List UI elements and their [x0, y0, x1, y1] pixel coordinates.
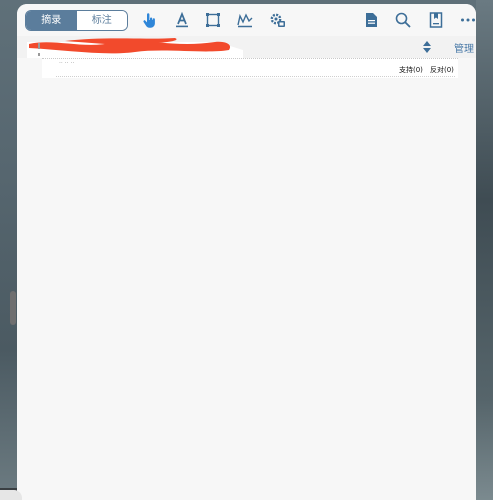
text-underline-icon[interactable]: [172, 10, 192, 30]
segment-excerpt[interactable]: 摘录: [26, 11, 77, 30]
page-dots: ·· ·· ··: [59, 60, 75, 67]
segment-annotate[interactable]: 标注: [76, 11, 127, 30]
document-page-strip: ·· ·· ·· 支持(0) 反对(0): [42, 58, 458, 78]
top-toolbar: 摘录 标注: [17, 4, 476, 36]
desktop-background-strip: [476, 0, 493, 500]
document-tab-redacted[interactable]: [25, 36, 243, 58]
mode-segmented-control: 摘录 标注: [25, 10, 128, 31]
manage-button[interactable]: 管理: [454, 40, 474, 55]
document-tab-bar: 管理: [17, 36, 476, 58]
more-icon[interactable]: [458, 10, 476, 30]
gear-stamp-icon[interactable]: [267, 10, 287, 30]
oppose-button[interactable]: 反对(0): [430, 65, 454, 75]
split-view-handle[interactable]: [10, 291, 16, 325]
signature-icon[interactable]: [235, 10, 255, 30]
document-icon[interactable]: [361, 10, 381, 30]
sort-icon[interactable]: [421, 40, 433, 54]
search-icon[interactable]: [393, 10, 413, 30]
hand-pointer-icon[interactable]: [139, 10, 159, 30]
app-window: 摘录 标注 管理 ·· ·· ·· 支持(0) 反对(0): [17, 4, 476, 500]
document-content-area[interactable]: [17, 78, 476, 500]
dock-edge: [0, 490, 22, 500]
margin-marker: [38, 53, 40, 56]
dotted-divider: [56, 76, 455, 77]
margin-marker: [38, 43, 40, 49]
rectangle-select-icon[interactable]: [203, 10, 223, 30]
support-button[interactable]: 支持(0): [399, 65, 423, 75]
bookmark-icon[interactable]: [426, 10, 446, 30]
